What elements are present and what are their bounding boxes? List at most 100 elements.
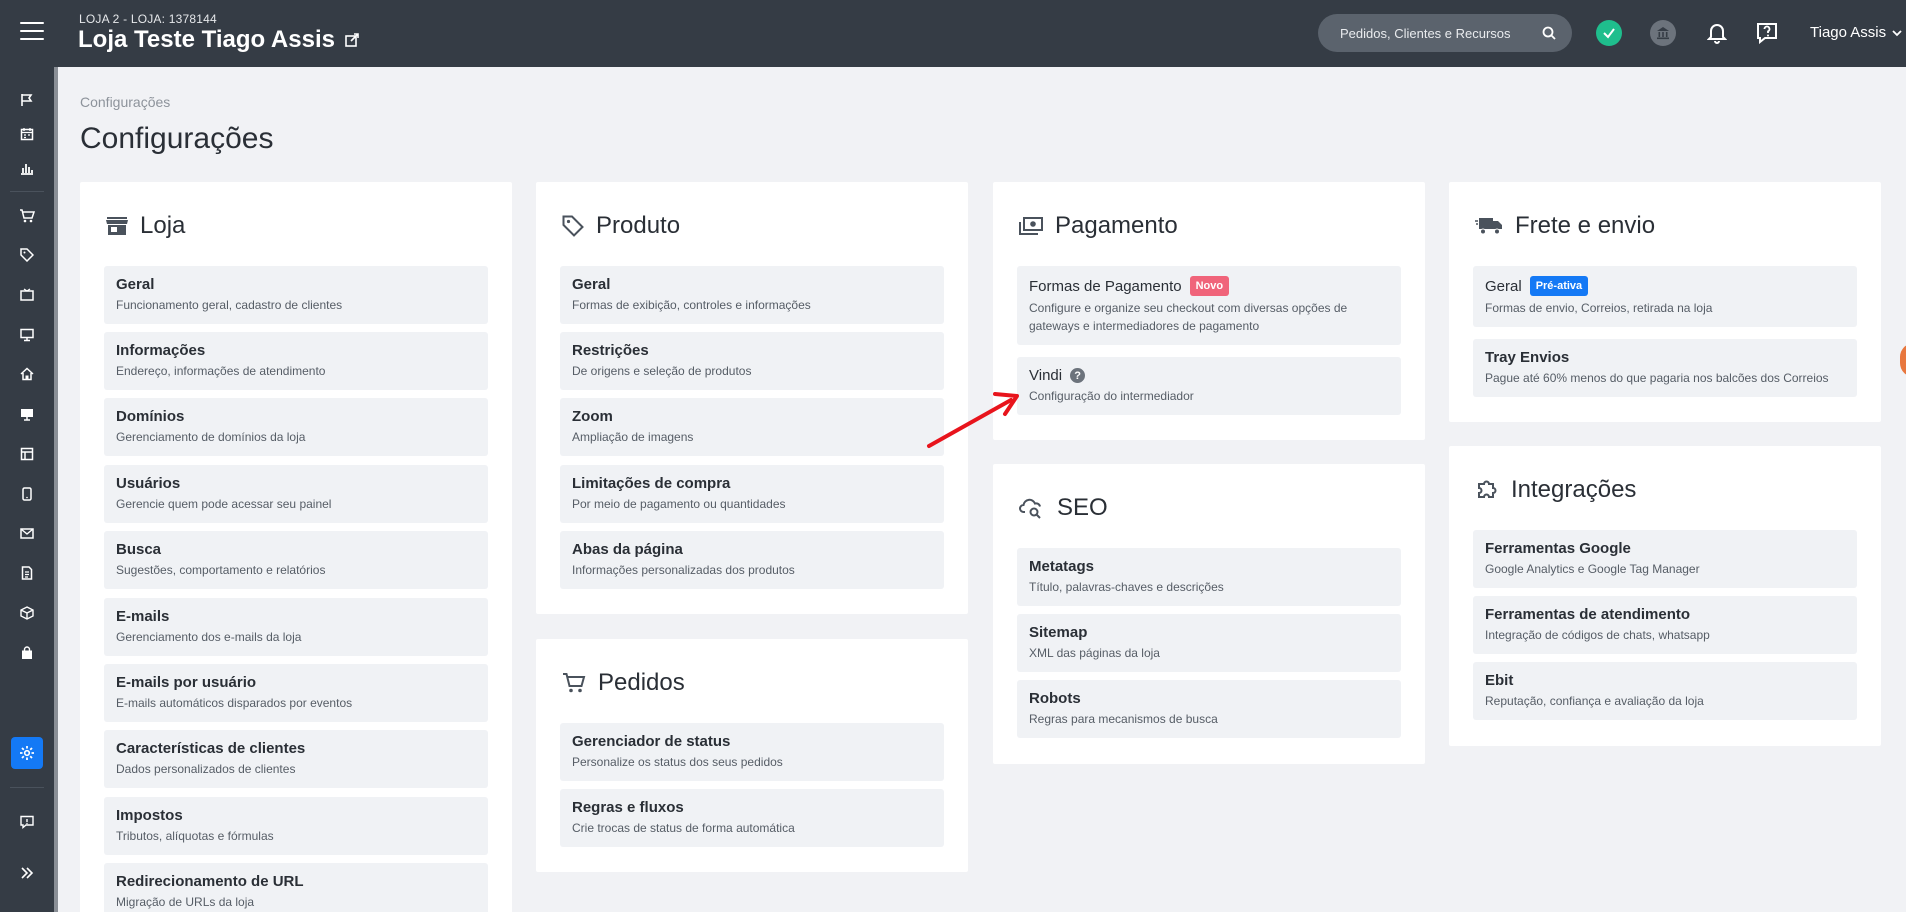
- breadcrumb[interactable]: Configurações: [80, 94, 170, 110]
- menu-item-ebit[interactable]: Ebit Reputação, confiança e avaliação da …: [1473, 662, 1857, 720]
- search-icon[interactable]: [1542, 26, 1556, 40]
- annotation-arrow-icon: [927, 392, 1019, 448]
- box-icon[interactable]: [11, 597, 43, 629]
- menu-item-vindi[interactable]: Vindi ? Configuração do intermediador: [1017, 357, 1401, 415]
- store-title[interactable]: Loja Teste Tiago Assis: [78, 26, 359, 54]
- store-id-label: LOJA 2 - LOJA: 1378144: [79, 12, 217, 26]
- bank-icon[interactable]: [1649, 19, 1677, 47]
- item-title: Busca: [116, 541, 162, 558]
- layout-icon[interactable]: [11, 438, 43, 470]
- cart-icon[interactable]: [11, 200, 43, 232]
- status-ok-icon[interactable]: [1595, 19, 1623, 47]
- item-title: Formas de Pagamento Novo: [1029, 276, 1389, 296]
- menu-item-dominios[interactable]: Domínios Gerenciamento de domínios da loj…: [104, 398, 488, 456]
- item-description: Endereço, informações de atendimento: [116, 364, 326, 378]
- help-chat-icon[interactable]: [1753, 19, 1781, 47]
- card-header: Pedidos: [562, 669, 685, 697]
- tag-icon[interactable]: [11, 239, 43, 271]
- menu-item-emails-por-usuario[interactable]: E-mails por usuário E-mails automáticos d…: [104, 664, 488, 722]
- sidebar-divider: [10, 191, 44, 192]
- item-description: Informações personalizadas dos produtos: [572, 563, 795, 577]
- search-placeholder: Pedidos, Clientes e Recursos: [1340, 25, 1511, 41]
- item-title: Características de clientes: [116, 740, 306, 757]
- bell-icon[interactable]: [1703, 19, 1731, 47]
- menu-item-produto-geral[interactable]: Geral Formas de exibição, controles e inf…: [560, 266, 944, 324]
- menu-item-limitacoes-compra[interactable]: Limitações de compra Por meio de pagament…: [560, 465, 944, 523]
- gear-icon[interactable]: [11, 737, 43, 769]
- expand-icon[interactable]: [11, 857, 43, 889]
- card-pedidos: Pedidos Gerenciador de status Personalize…: [536, 639, 968, 872]
- item-title: Robots: [1029, 690, 1081, 707]
- item-description: Formas de envio, Correios, retirada na l…: [1485, 301, 1713, 315]
- money-icon: [1019, 217, 1043, 235]
- item-description: Migração de URLs da loja: [116, 895, 255, 909]
- menu-item-zoom[interactable]: Zoom Ampliação de imagens: [560, 398, 944, 456]
- card-header: Integrações: [1475, 476, 1636, 504]
- feedback-icon[interactable]: [11, 806, 43, 838]
- card-seo: SEO Metatags Título, palavras-chaves e de…: [993, 464, 1425, 764]
- menu-item-impostos[interactable]: Impostos Tributos, alíquotas e fórmulas: [104, 797, 488, 855]
- calendar-icon[interactable]: [11, 118, 43, 150]
- menu-item-regras-fluxos[interactable]: Regras e fluxos Crie trocas de status de …: [560, 789, 944, 847]
- mobile-icon[interactable]: [11, 478, 43, 510]
- item-title: Metatags: [1029, 558, 1095, 575]
- menu-item-redirecionamento-url[interactable]: Redirecionamento de URL Migração de URLs …: [104, 863, 488, 912]
- menu-item-tray-envios[interactable]: Tray Envios Pague até 60% menos do que pa…: [1473, 339, 1857, 397]
- item-description: Dados personalizados de clientes: [116, 762, 296, 776]
- item-description: Gerenciamento de domínios da loja: [116, 430, 306, 444]
- item-title: Informações: [116, 342, 206, 359]
- card-produto: Produto Geral Formas de exibição, control…: [536, 182, 968, 614]
- sidebar-scrollbar[interactable]: [54, 67, 58, 912]
- new-badge: Novo: [1189, 276, 1230, 296]
- item-title: Ferramentas de atendimento: [1485, 606, 1691, 623]
- menu-item-sitemap[interactable]: Sitemap XML das páginas da loja: [1017, 614, 1401, 672]
- truck-icon: [1475, 218, 1502, 235]
- document-icon[interactable]: [11, 557, 43, 589]
- chevron-down-icon: [1892, 29, 1902, 36]
- hamburger-menu-icon[interactable]: [20, 22, 44, 44]
- item-title: Ebit: [1485, 672, 1514, 689]
- chart-icon[interactable]: [11, 152, 43, 184]
- tv-icon[interactable]: [11, 279, 43, 311]
- monitor-icon[interactable]: [11, 319, 43, 351]
- mail-icon[interactable]: [11, 517, 43, 549]
- menu-item-robots[interactable]: Robots Regras para mecanismos de busca: [1017, 680, 1401, 738]
- home-icon[interactable]: [11, 358, 43, 390]
- item-description: Ampliação de imagens: [572, 430, 694, 444]
- item-description: Crie trocas de status de forma automátic…: [572, 821, 795, 835]
- item-title-text: Formas de Pagamento: [1029, 277, 1182, 295]
- menu-item-metatags[interactable]: Metatags Título, palavras-chaves e descri…: [1017, 548, 1401, 606]
- flag-icon[interactable]: [11, 84, 43, 116]
- item-description: Sugestões, comportamento e relatórios: [116, 563, 326, 577]
- item-description: Por meio de pagamento ou quantidades: [572, 497, 786, 511]
- menu-item-abas-pagina[interactable]: Abas da página Informações personalizadas…: [560, 531, 944, 589]
- menu-item-frete-geral[interactable]: Geral Pré-ativa Formas de envio, Correio…: [1473, 266, 1857, 327]
- item-title: Ferramentas Google: [1485, 540, 1631, 557]
- menu-item-gerenciador-status[interactable]: Gerenciador de status Personalize os stat…: [560, 723, 944, 781]
- item-description: XML das páginas da loja: [1029, 646, 1160, 660]
- user-menu[interactable]: Tiago Assis: [1810, 24, 1902, 41]
- menu-item-emails[interactable]: E-mails Gerenciamento dos e-mails da loja: [104, 598, 488, 656]
- item-title: Vindi ?: [1029, 367, 1389, 384]
- card-header: SEO: [1019, 494, 1108, 522]
- menu-item-formas-pagamento[interactable]: Formas de Pagamento Novo Configure e org…: [1017, 266, 1401, 345]
- external-edit-icon[interactable]: [345, 33, 359, 47]
- menu-item-informacoes[interactable]: Informações Endereço, informações de aten…: [104, 332, 488, 390]
- item-description: Google Analytics e Google Tag Manager: [1485, 562, 1700, 576]
- tag-icon: [562, 215, 584, 237]
- global-search-input[interactable]: Pedidos, Clientes e Recursos: [1318, 14, 1572, 52]
- menu-item-usuarios[interactable]: Usuários Gerencie quem pode acessar seu p…: [104, 465, 488, 523]
- item-description: Pague até 60% menos do que pagaria nos b…: [1485, 371, 1829, 385]
- menu-item-restricoes[interactable]: Restrições De origens e seleção de produt…: [560, 332, 944, 390]
- help-icon[interactable]: ?: [1070, 368, 1086, 383]
- menu-item-ferramentas-google[interactable]: Ferramentas Google Google Analytics e Goo…: [1473, 530, 1857, 588]
- floating-widget-tab[interactable]: [1900, 343, 1906, 377]
- bag-icon[interactable]: [11, 637, 43, 669]
- store-title-text: Loja Teste Tiago Assis: [78, 26, 335, 53]
- menu-item-ferramentas-atendimento[interactable]: Ferramentas de atendimento Integração de …: [1473, 596, 1857, 654]
- menu-item-busca[interactable]: Busca Sugestões, comportamento e relatóri…: [104, 531, 488, 589]
- menu-item-geral[interactable]: Geral Funcionamento geral, cadastro de cl…: [104, 266, 488, 324]
- item-description: E-mails automáticos disparados por event…: [116, 696, 353, 710]
- menu-item-caracteristicas-clientes[interactable]: Características de clientes Dados persona…: [104, 730, 488, 788]
- display-icon[interactable]: [11, 398, 43, 430]
